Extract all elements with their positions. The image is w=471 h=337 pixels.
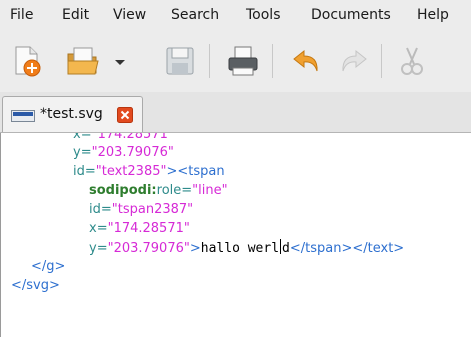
- new-document-button[interactable]: [10, 44, 44, 78]
- code-line: x="174.28571": [73, 133, 174, 142]
- cut-button[interactable]: [395, 44, 429, 78]
- code-line: x="174.28571": [89, 221, 190, 236]
- toolbar-separator: [381, 44, 382, 78]
- menu-file[interactable]: File: [10, 7, 33, 23]
- menu-view[interactable]: View: [113, 7, 146, 23]
- toolbar-separator: [272, 44, 273, 78]
- code-line: </g>: [31, 259, 66, 274]
- chevron-down-icon: [115, 60, 125, 65]
- document-icon: [11, 110, 35, 122]
- close-icon[interactable]: [117, 107, 133, 123]
- document-tab-strip: *test.svg: [0, 92, 471, 133]
- toolbar: [0, 30, 471, 92]
- menu-edit[interactable]: Edit: [62, 7, 89, 23]
- save-icon: [166, 47, 194, 75]
- toolbar-separator: [209, 44, 210, 78]
- open-button[interactable]: [66, 44, 100, 78]
- menu-search[interactable]: Search: [171, 7, 219, 23]
- cut-icon: [401, 47, 423, 75]
- tab-label: *test.svg: [40, 106, 103, 122]
- save-button[interactable]: [163, 44, 197, 78]
- new-document-icon: [15, 46, 41, 77]
- open-dropdown-button[interactable]: [112, 44, 128, 78]
- code-editor[interactable]: x="174.28571" y="203.79076" id="text2385…: [0, 133, 471, 337]
- undo-button[interactable]: [290, 44, 324, 78]
- menu-help[interactable]: Help: [417, 7, 449, 23]
- print-icon: [228, 46, 258, 76]
- open-icon: [67, 47, 99, 75]
- code-line: id="text2385"><tspan: [73, 164, 225, 179]
- undo-icon: [293, 49, 318, 72]
- print-button[interactable]: [226, 44, 260, 78]
- code-line: sodipodi:role="line": [89, 183, 228, 198]
- redo-icon: [342, 49, 367, 72]
- menu-tools[interactable]: Tools: [246, 7, 281, 23]
- code-line: id="tspan2387": [89, 202, 194, 217]
- text-cursor: [280, 239, 282, 254]
- menu-bar: File Edit View Search Tools Documents He…: [0, 0, 471, 31]
- document-tab[interactable]: *test.svg: [2, 96, 143, 132]
- redo-button[interactable]: [336, 44, 370, 78]
- menu-documents[interactable]: Documents: [311, 7, 391, 23]
- code-line: y="203.79076": [73, 145, 174, 160]
- code-line: y="203.79076">hallo werl d</tspan></text>: [89, 239, 405, 256]
- code-line: </svg>: [11, 278, 60, 293]
